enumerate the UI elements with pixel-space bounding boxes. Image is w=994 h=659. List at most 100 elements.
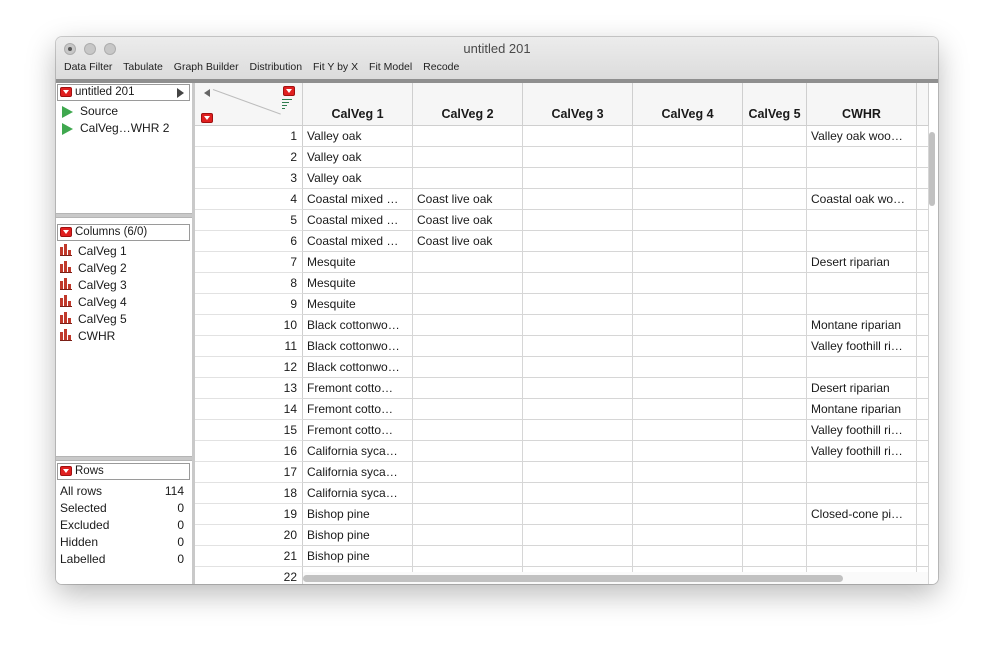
table-cell[interactable]: Coast live oak [413,231,523,252]
table-cell[interactable]: Fremont cotto… [303,420,413,441]
table-cell[interactable] [807,357,917,378]
table-cell[interactable] [413,504,523,525]
row-number[interactable]: 13 [195,378,303,399]
table-cell[interactable] [413,399,523,420]
columns-red-triangle-icon[interactable] [283,86,295,96]
table-cell[interactable] [743,168,807,189]
table-cell[interactable] [807,147,917,168]
table-cell[interactable] [523,441,633,462]
table-cell[interactable] [743,420,807,441]
table-cell[interactable]: Montane riparian [807,399,917,420]
table-cell[interactable]: Bishop pine [303,546,413,567]
row-number[interactable]: 21 [195,546,303,567]
columns-panel-header[interactable]: Columns (6/0) [57,224,190,241]
table-cell[interactable]: Valley oak woo… [807,126,917,147]
table-cell[interactable] [523,420,633,441]
table-cell[interactable] [743,525,807,546]
menu-fit-model[interactable]: Fit Model [369,61,412,73]
table-cell[interactable] [413,294,523,315]
table-cell[interactable]: Valley foothill ri… [807,336,917,357]
table-cell[interactable] [413,357,523,378]
row-number[interactable]: 22 [195,567,303,584]
row-number[interactable]: 18 [195,483,303,504]
table-cell[interactable] [743,210,807,231]
table-cell[interactable] [523,147,633,168]
table-cell[interactable] [743,315,807,336]
table-menu-triangle-icon[interactable] [60,87,72,97]
table-script-source[interactable]: Source [62,103,118,119]
table-cell[interactable] [523,273,633,294]
vertical-scroll-thumb[interactable] [929,132,935,206]
row-number[interactable]: 10 [195,315,303,336]
table-cell[interactable] [743,252,807,273]
table-cell[interactable] [523,294,633,315]
menu-data-filter[interactable]: Data Filter [64,61,112,73]
row-number[interactable]: 8 [195,273,303,294]
table-cell[interactable] [807,483,917,504]
table-cell[interactable] [807,273,917,294]
table-cell[interactable]: Valley oak [303,168,413,189]
table-cell[interactable] [633,462,743,483]
row-number[interactable]: 3 [195,168,303,189]
table-cell[interactable] [743,441,807,462]
column-header[interactable]: CalVeg 4 [633,83,743,126]
table-cell[interactable] [807,525,917,546]
table-cell[interactable]: Black cottonwo… [303,315,413,336]
table-cell[interactable] [633,273,743,294]
table-cell[interactable]: Closed-cone pi… [807,504,917,525]
table-cell[interactable] [633,147,743,168]
table-cell[interactable] [413,315,523,336]
row-number[interactable]: 2 [195,147,303,168]
table-cell[interactable] [633,315,743,336]
column-list-item[interactable]: CalVeg 1 [60,243,127,259]
table-cell[interactable]: Mesquite [303,252,413,273]
table-cell[interactable] [743,504,807,525]
table-cell[interactable] [523,231,633,252]
menu-graph-builder[interactable]: Graph Builder [174,61,239,73]
table-cell[interactable] [633,525,743,546]
table-cell[interactable] [743,189,807,210]
table-cell[interactable]: Valley oak [303,147,413,168]
table-cell[interactable] [523,525,633,546]
table-cell[interactable] [413,126,523,147]
table-cell[interactable] [413,252,523,273]
table-cell[interactable]: Fremont cotto… [303,399,413,420]
table-cell[interactable] [523,378,633,399]
table-cell[interactable] [413,546,523,567]
table-cell[interactable] [633,504,743,525]
table-cell[interactable] [523,483,633,504]
table-cell[interactable] [633,378,743,399]
rows-red-triangle-icon[interactable] [201,113,213,123]
horizontal-scrollbar[interactable] [303,572,928,584]
table-cell[interactable] [743,378,807,399]
table-cell[interactable] [743,462,807,483]
table-cell[interactable] [523,357,633,378]
table-cell[interactable] [807,294,917,315]
menu-tabulate[interactable]: Tabulate [123,61,163,73]
row-number[interactable]: 14 [195,399,303,420]
column-header[interactable]: CalVeg 3 [523,83,633,126]
table-cell[interactable]: Coastal mixed … [303,210,413,231]
table-cell[interactable] [523,504,633,525]
table-cell[interactable]: Bishop pine [303,525,413,546]
table-cell[interactable] [413,147,523,168]
column-list-item[interactable]: CalVeg 4 [60,294,127,310]
table-cell[interactable]: Mesquite [303,294,413,315]
rows-panel-header[interactable]: Rows [57,463,190,480]
column-list-item[interactable]: CalVeg 5 [60,311,127,327]
table-cell[interactable] [743,336,807,357]
row-number[interactable]: 7 [195,252,303,273]
row-number[interactable]: 5 [195,210,303,231]
table-panel-header[interactable]: untitled 201 [57,84,190,101]
row-number[interactable]: 12 [195,357,303,378]
table-cell[interactable] [633,546,743,567]
menu-fit-y-by-x[interactable]: Fit Y by X [313,61,358,73]
table-cell[interactable]: Mesquite [303,273,413,294]
row-number[interactable]: 17 [195,462,303,483]
table-cell[interactable] [523,546,633,567]
row-number[interactable]: 11 [195,336,303,357]
table-cell[interactable] [743,294,807,315]
table-cell[interactable]: Coastal oak wo… [807,189,917,210]
table-cell[interactable]: Valley foothill ri… [807,420,917,441]
table-cell[interactable] [743,483,807,504]
